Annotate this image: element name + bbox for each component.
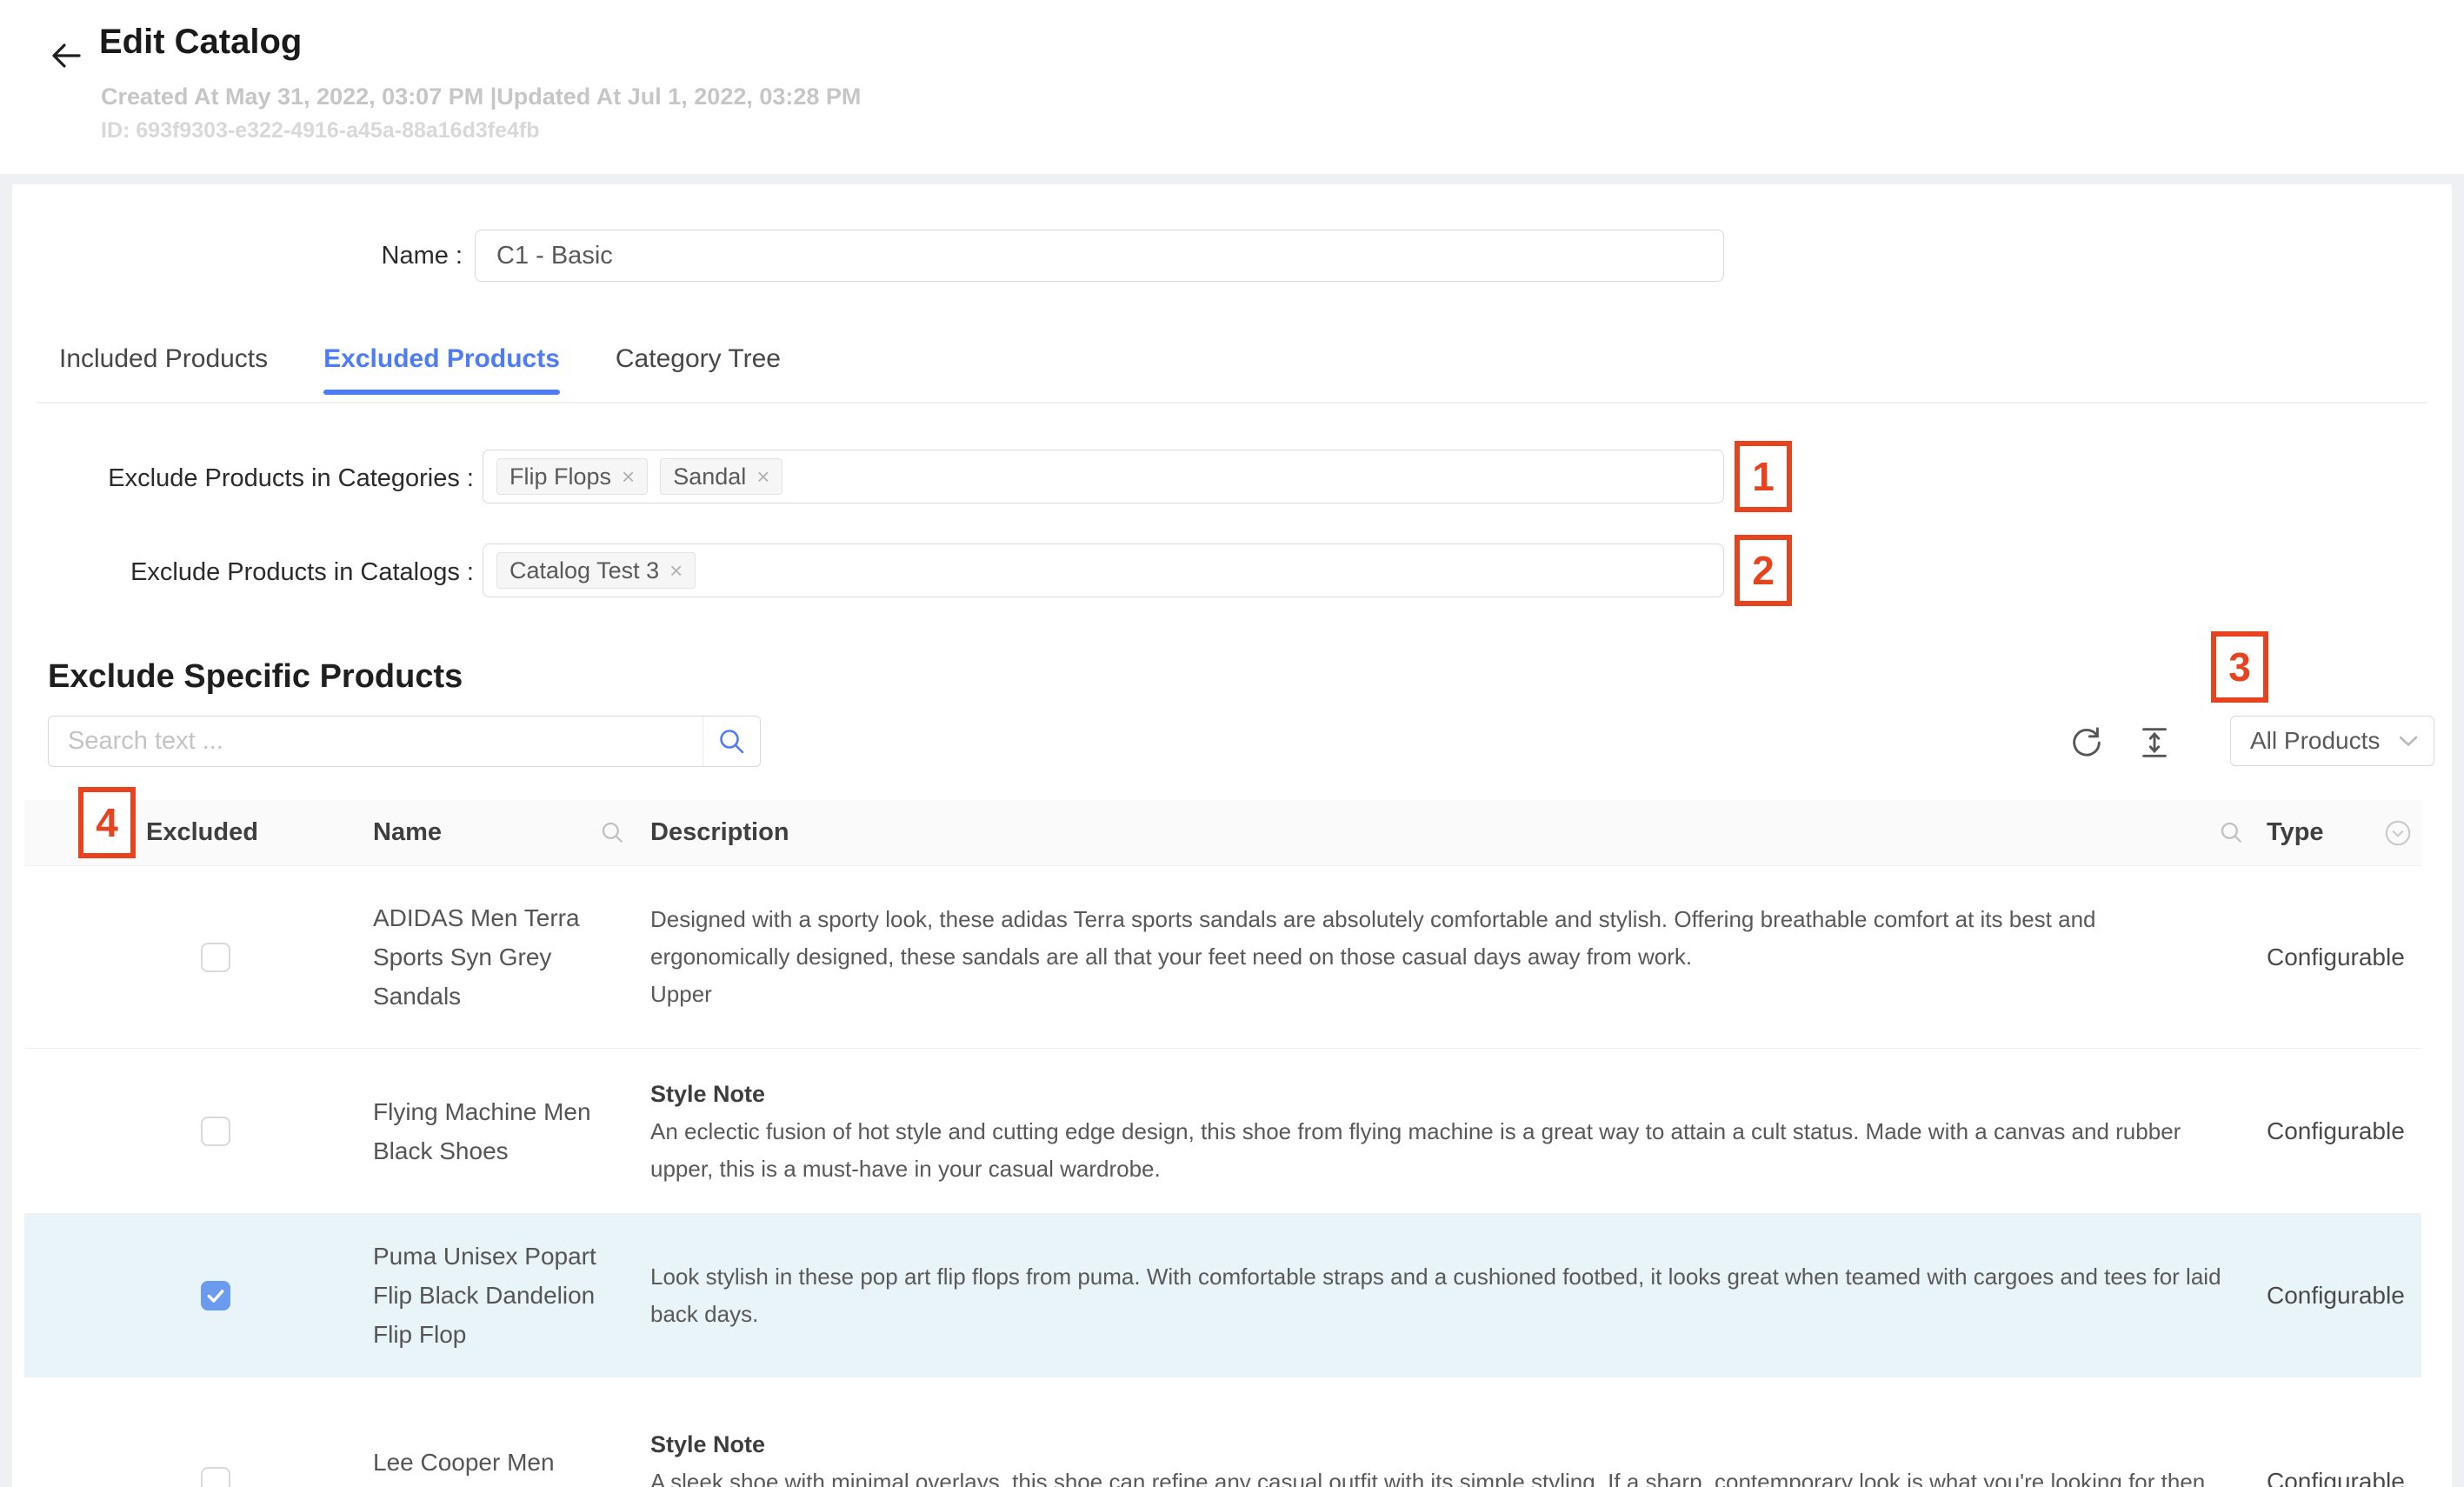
product-type: Configurable xyxy=(2261,1049,2421,1213)
filter-tag: Catalog Test 3 × xyxy=(496,552,696,589)
col-excluded: Excluded xyxy=(146,818,258,847)
annotation-2: 2 xyxy=(1735,535,1792,606)
tab-excluded-products[interactable]: Excluded Products xyxy=(323,344,560,395)
catalog-id: ID: 693f9303-e322-4916-a45a-88a16d3fe4fb xyxy=(101,118,540,143)
filter-tag: Sandal × xyxy=(660,458,782,495)
description-search-icon[interactable] xyxy=(2219,820,2245,846)
catalog-form-card: Name : C1 - Basic Included Products Excl… xyxy=(12,184,2452,1487)
page-title: Edit Catalog xyxy=(99,23,302,62)
product-description: Style Note An eclectic fusion of hot sty… xyxy=(640,1049,2261,1213)
product-type: Configurable xyxy=(2261,1214,2421,1377)
exclude-catalogs-input[interactable]: Catalog Test 3 × xyxy=(483,543,1724,597)
exclude-categories-label: Exclude Products in Categories : xyxy=(12,464,474,493)
product-name: Lee Cooper Men White Shoes xyxy=(373,1443,555,1487)
tab-included-products[interactable]: Included Products xyxy=(59,344,268,395)
exclude-categories-input[interactable]: Flip Flops × Sandal × xyxy=(483,450,1724,503)
product-description: Style Note A sleek shoe with minimal ove… xyxy=(640,1377,2261,1487)
tag-label: Flip Flops xyxy=(509,463,611,490)
table-row: ADIDAS Men Terra Sports Syn Grey Sandals… xyxy=(24,866,2421,1049)
tag-label: Sandal xyxy=(673,463,746,490)
product-type: Configurable xyxy=(2261,866,2421,1048)
exclude-catalogs-label: Exclude Products in Catalogs : xyxy=(12,558,474,587)
back-arrow-icon[interactable] xyxy=(45,35,87,77)
tab-bar: Included Products Excluded Products Cate… xyxy=(59,344,781,395)
tag-remove-icon[interactable]: × xyxy=(756,465,769,488)
col-description: Description xyxy=(650,818,789,847)
excluded-checkbox[interactable] xyxy=(201,1467,230,1487)
product-name: ADIDAS Men Terra Sports Syn Grey Sandals xyxy=(373,898,580,1016)
style-note: Style Note xyxy=(650,1075,765,1113)
annotation-4: 4 xyxy=(78,787,136,858)
product-search-bar xyxy=(48,716,761,767)
exclude-specific-products-title: Exclude Specific Products xyxy=(48,658,463,696)
col-type: Type xyxy=(2267,818,2324,847)
name-value: C1 - Basic xyxy=(496,242,613,270)
tag-remove-icon[interactable]: × xyxy=(669,559,683,582)
name-search-icon[interactable] xyxy=(600,820,626,846)
excluded-checkbox[interactable] xyxy=(201,1281,230,1310)
created-updated-meta: Created At May 31, 2022, 03:07 PM |Updat… xyxy=(101,83,861,110)
search-button[interactable] xyxy=(703,717,760,766)
product-type: Configurable xyxy=(2261,1377,2421,1487)
check-icon xyxy=(205,1285,226,1306)
type-filter-icon[interactable] xyxy=(2383,818,2413,848)
table-header: Excluded Name Description Type xyxy=(24,800,2421,866)
page-header: Edit Catalog Created At May 31, 2022, 03… xyxy=(0,0,2464,174)
name-input[interactable]: C1 - Basic xyxy=(475,230,1724,282)
refresh-icon[interactable] xyxy=(2064,720,2109,765)
style-note: Style Note xyxy=(650,1425,765,1464)
chevron-down-icon xyxy=(2397,733,2420,749)
product-name: Puma Unisex Popart Flip Black Dandelion … xyxy=(373,1237,596,1354)
products-filter-dropdown[interactable]: All Products xyxy=(2230,716,2434,766)
search-input[interactable] xyxy=(49,717,703,766)
table-row: Puma Unisex Popart Flip Black Dandelion … xyxy=(24,1214,2421,1377)
table-body: ADIDAS Men Terra Sports Syn Grey Sandals… xyxy=(24,866,2421,1487)
col-name: Name xyxy=(373,818,442,847)
table-row: Flying Machine Men Black Shoes Style Not… xyxy=(24,1049,2421,1214)
annotation-1: 1 xyxy=(1735,441,1792,512)
excluded-checkbox[interactable] xyxy=(201,1117,230,1146)
name-label: Name : xyxy=(12,242,463,270)
tag-remove-icon[interactable]: × xyxy=(622,465,635,488)
excluded-checkbox[interactable] xyxy=(201,943,230,972)
tab-category-tree[interactable]: Category Tree xyxy=(616,344,781,395)
table-row: Lee Cooper Men White Shoes Style Note A … xyxy=(24,1377,2421,1487)
products-table: Excluded Name Description Type xyxy=(24,800,2421,1487)
filter-tag: Flip Flops × xyxy=(496,458,648,495)
tag-label: Catalog Test 3 xyxy=(509,557,659,584)
products-filter-value: All Products xyxy=(2250,727,2380,755)
product-description: Look stylish in these pop art flip flops… xyxy=(640,1214,2261,1377)
tabs-divider xyxy=(37,402,2427,403)
annotation-3: 3 xyxy=(2211,631,2268,703)
product-name: Flying Machine Men Black Shoes xyxy=(373,1092,591,1170)
search-icon xyxy=(717,727,747,757)
row-height-icon[interactable] xyxy=(2132,720,2177,765)
product-description: Designed with a sporty look, these adida… xyxy=(640,866,2261,1048)
